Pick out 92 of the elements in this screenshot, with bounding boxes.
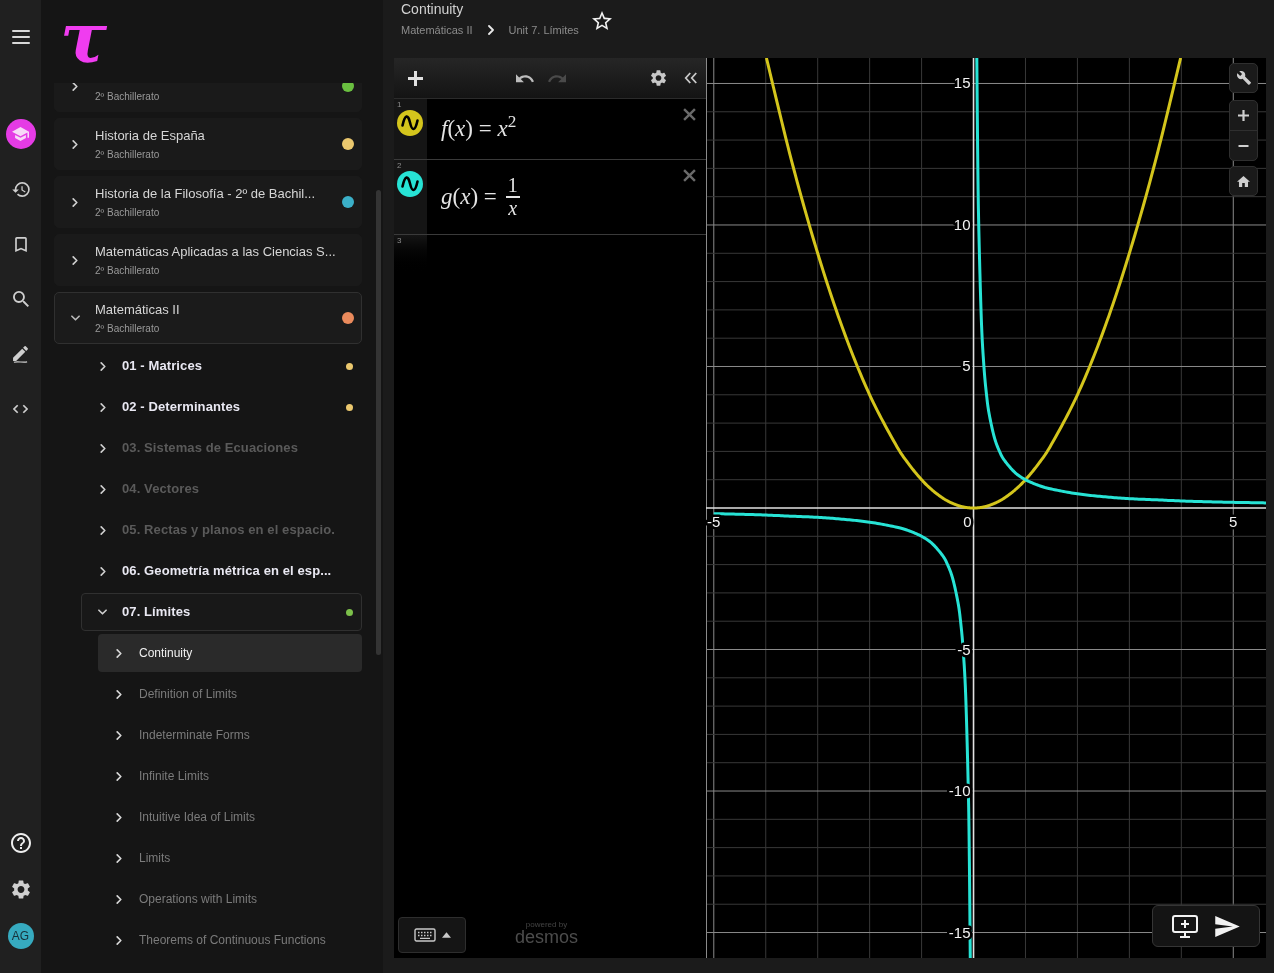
chevron-right-icon [116,853,122,863]
menu-button[interactable] [10,29,31,45]
course-card[interactable]: Matemáticas Aplicadas a las Ciencias S... 2º Bachillerato [54,234,362,286]
lesson-item[interactable]: Indeterminate Forms [98,716,362,754]
line-number: 3 [396,235,402,245]
undo-icon [516,73,534,83]
settings-icon [650,70,666,86]
chapter-item[interactable]: 02 - Determinantes [81,388,362,426]
course-subtitle: 2º Bachillerato [95,321,160,336]
redo-icon [548,73,566,83]
chevron-right-icon [116,771,122,781]
course-title: Historia de la Filosofía - 2º de Bachil... [95,184,316,203]
wrench-icon [1236,71,1251,85]
delete-button[interactable] [681,106,697,122]
course-subtitle: 2º Bachillerato [95,263,160,278]
function-curve[interactable] [764,58,1183,510]
course-subtitle: 2º Bachillerato [95,89,160,104]
math-expression[interactable]: f(x) = x$^{2}$ [441,114,517,144]
close-icon [682,107,696,121]
wave-icon[interactable] [397,110,423,136]
chevron-right-icon [116,894,122,904]
code-icon [13,404,28,414]
settings-icon [11,879,30,899]
course-card[interactable]: Matemáticas II 2º Bachillerato [54,292,362,344]
caret-up-icon [441,932,451,938]
breadcrumb-link[interactable]: Matemáticas II [401,23,473,37]
course-subtitle: 2º Bachillerato [95,147,160,162]
minus-icon [1238,144,1249,147]
close-icon [682,168,696,182]
chapter-item[interactable]: 07. Límites [81,593,362,631]
collapse-button[interactable] [682,69,700,87]
lesson-item[interactable]: Infinite Limits [98,757,362,795]
help-icon [10,833,31,853]
menu-icon [11,30,30,44]
course-card[interactable]: Historia de España 2º Bachillerato [54,118,362,170]
home-button[interactable] [1229,166,1258,196]
logo[interactable]: τ [60,14,108,62]
bookmark-icon [14,236,27,252]
line-number: 1 [396,99,402,109]
tick-label: 0 [963,513,972,530]
settings-button[interactable] [649,69,667,87]
tick-label: 5 [1229,513,1238,530]
course-title: Historia de España [95,126,205,145]
lesson-item[interactable]: Theorems of Continuous Functions [98,921,362,959]
star-icon[interactable] [591,11,612,30]
course-card[interactable]: 2º Bachillerato [54,83,362,112]
pen-icon [13,345,28,363]
wave-icon[interactable] [397,171,423,197]
breadcrumb-link[interactable]: Unit 7. Límites [508,23,579,37]
lesson-item[interactable]: Continuity [98,634,362,672]
branding-text: powered by [525,920,568,929]
lesson-item[interactable]: Limits [98,839,362,877]
course-title: Matemáticas II [95,300,180,319]
course-subtitle: 2º Bachillerato [95,205,160,220]
search-icon [12,291,29,307]
keyboard-button[interactable] [398,917,466,953]
chevron-right-icon [116,935,122,945]
delete-button[interactable] [681,167,697,183]
page-title: Continuity [401,0,464,18]
add-button[interactable] [406,69,424,87]
course-card[interactable]: Historia de la Filosofía - 2º de Bachil... 2º Bachillerato [54,176,362,228]
graduation-cap-icon [12,127,29,141]
send-icon [1214,915,1240,937]
add-to-screen-button[interactable] [1172,914,1198,938]
course-title: Matemáticas Aplicadas a las Ciencias S... [95,242,336,261]
monitor-plus-icon [1172,914,1198,938]
history-icon [11,181,30,197]
lesson-item[interactable]: Intuitive Idea of Limits [98,798,362,836]
graph-settings-button[interactable] [1229,63,1258,93]
scrollbar[interactable] [376,190,381,655]
lesson-item[interactable]: Definition of Limits [98,675,362,713]
plus-icon [407,70,423,86]
chevron-right-icon [487,25,494,35]
branding-logo: desmos [515,929,579,946]
send-button[interactable] [1214,914,1240,938]
chapter-item[interactable]: 06. Geometría métrica en el esp... [81,552,362,590]
line-number: 2 [396,160,402,170]
user-avatar[interactable]: AG [7,923,34,949]
plus-icon [1238,110,1249,121]
tick-label: 15 [953,74,971,92]
chevron-right-icon [116,689,122,699]
tick-label: -5 [707,513,721,530]
chevron-right-icon [116,648,122,658]
keyboard-icon [413,928,436,942]
lesson-item[interactable]: Operations with Limits [98,880,362,918]
tick-label: 10 [953,216,971,233]
home-icon [1237,175,1250,187]
double-chevron-left-icon [684,72,698,84]
chevron-right-icon [116,730,122,740]
chevron-right-icon [116,812,122,822]
chapter-item[interactable]: 01 - Matrices [81,347,362,385]
nav-button[interactable] [5,119,36,149]
